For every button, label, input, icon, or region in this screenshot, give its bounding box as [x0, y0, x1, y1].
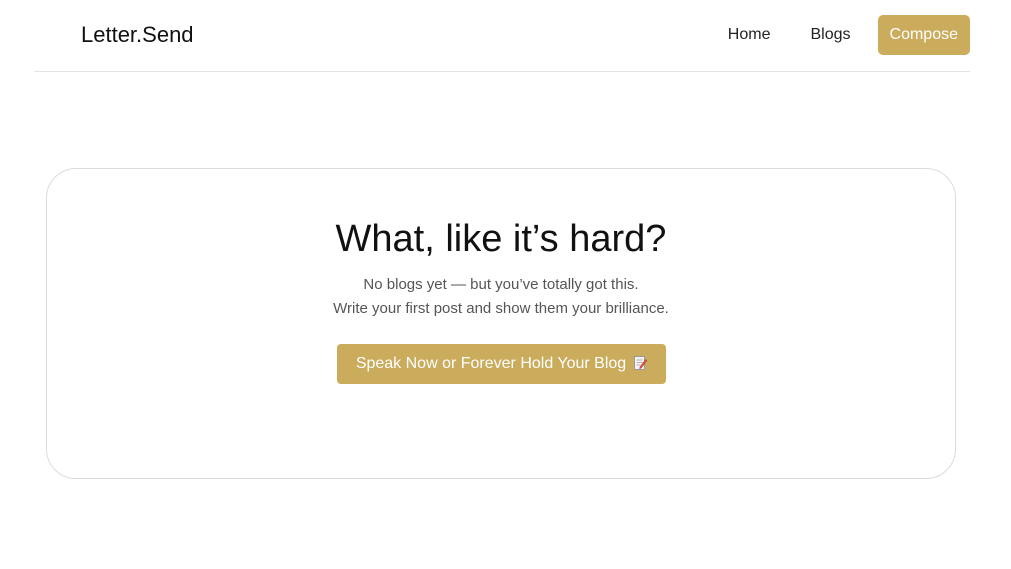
memo-icon [634, 346, 648, 370]
empty-state-subtitle: No blogs yet — but you’ve totally got th… [47, 273, 955, 321]
brand-logo[interactable]: Letter.Send [81, 21, 194, 49]
main-nav: Home Blogs Compose [728, 15, 970, 55]
nav-home-link[interactable]: Home [728, 15, 771, 55]
site-header: Letter.Send Home Blogs Compose [34, 0, 970, 72]
nav-blogs-link[interactable]: Blogs [810, 15, 850, 55]
compose-button[interactable]: Compose [877, 15, 970, 55]
cta-button-label: Speak Now or Forever Hold Your Blog [355, 355, 627, 372]
write-first-post-button[interactable]: Speak Now or Forever Hold Your Blog [337, 344, 666, 384]
empty-state-card: What, like it’s hard? No blogs yet — but… [46, 168, 956, 479]
empty-state-subtitle-line-2: Write your first post and show them your… [333, 300, 669, 317]
page: Letter.Send Home Blogs Compose What, lik… [0, 0, 1011, 569]
empty-state-title: What, like it’s hard? [335, 218, 667, 260]
empty-state-subtitle-line-1: No blogs yet — but you’ve totally got th… [363, 276, 639, 293]
